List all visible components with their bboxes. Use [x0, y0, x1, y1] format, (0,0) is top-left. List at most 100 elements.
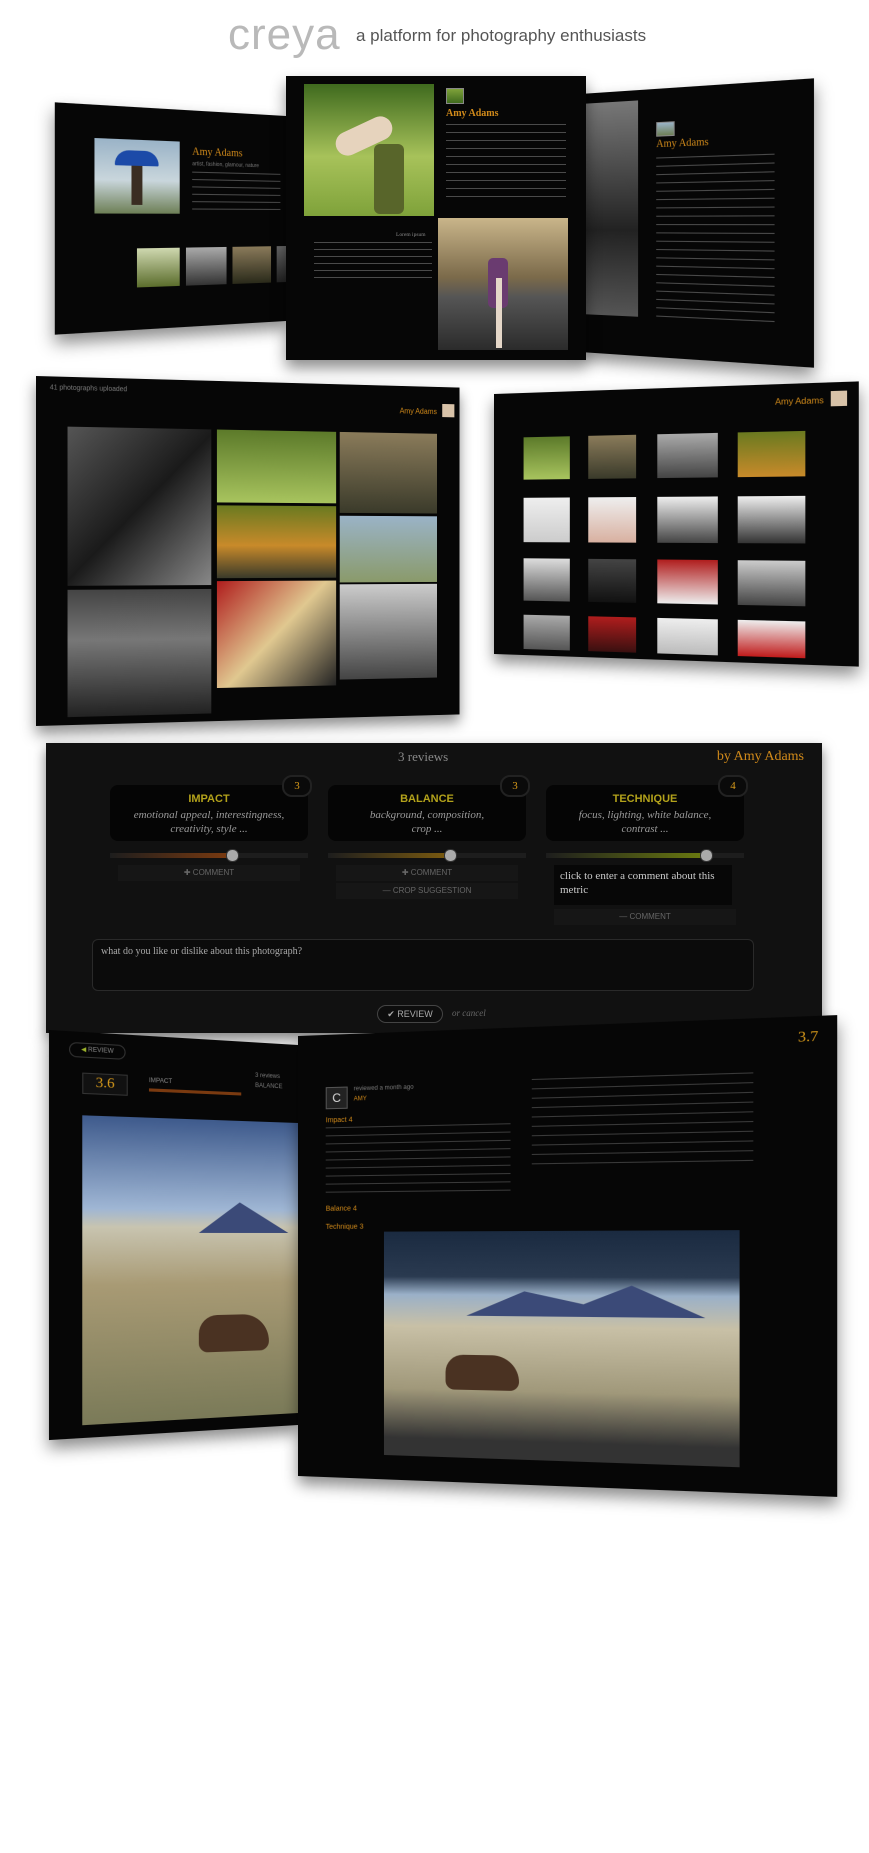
gallery-thumb[interactable] — [523, 614, 570, 651]
gallery-thumb[interactable] — [737, 619, 806, 659]
metric-title: IMPACT — [188, 793, 230, 805]
photo-view-panel-right: 3.7 C reviewed a month ago AMY Impact 4 … — [298, 1015, 838, 1497]
gallery-photo[interactable] — [339, 431, 438, 514]
comment-prompt: click to enter a comment about this metr… — [560, 870, 715, 896]
metric-desc: background, composition, — [369, 809, 485, 821]
gallery-photo[interactable] — [67, 426, 212, 586]
slider-knob[interactable] — [226, 849, 239, 862]
cancel-link[interactable]: or cancel — [452, 1008, 486, 1018]
review-text — [531, 1072, 754, 1173]
thumbnail[interactable] — [276, 245, 287, 283]
gallery-photo[interactable] — [216, 429, 337, 504]
featured-photo-2[interactable] — [438, 218, 568, 350]
metric-desc: emotional appeal, interestingness, — [133, 809, 285, 821]
gallery-photo[interactable] — [216, 505, 337, 579]
review-button-label: REVIEW — [397, 1009, 433, 1019]
thumbnail[interactable] — [136, 247, 180, 288]
gallery-thumb[interactable] — [588, 434, 637, 479]
comment-button[interactable]: ✚ COMMENT — [336, 865, 518, 881]
dash-icon: — — [382, 886, 393, 895]
profile-bio — [656, 153, 775, 330]
gallery-thumb[interactable] — [657, 496, 718, 544]
featured-photo[interactable] — [304, 84, 434, 216]
profile-subtitle: artist, fashion, glamour, nature — [192, 161, 259, 170]
average-score: 3.6 — [82, 1072, 128, 1096]
main-photo[interactable] — [82, 1115, 299, 1426]
comment-button[interactable]: ✚ COMMENT — [118, 865, 300, 881]
comment-button[interactable]: — COMMENT — [554, 909, 736, 925]
review-placeholder: what do you like or dislike about this p… — [101, 946, 303, 957]
gallery-thumb[interactable] — [737, 560, 806, 607]
gallery-thumb[interactable] — [588, 558, 637, 603]
metric-impact: IMPACT emotional appeal, interestingness… — [110, 775, 312, 841]
metric-desc: contrast ... — [621, 823, 669, 835]
profile-name: Amy Adams — [656, 136, 709, 151]
thumbnail[interactable] — [232, 246, 272, 284]
gallery-photo[interactable] — [339, 515, 438, 583]
cropped-photo[interactable] — [383, 1230, 740, 1468]
gallery-thumb[interactable] — [523, 436, 570, 480]
profile-panel-right: Amy Adams — [580, 78, 814, 368]
slider-knob[interactable] — [700, 849, 713, 862]
metric-balance: BALANCE background, composition, crop ..… — [328, 775, 530, 841]
crop-suggestion-button[interactable]: — CROP SUGGESTION — [336, 883, 518, 899]
metric-technique: TECHNIQUE focus, lighting, white balance… — [546, 775, 748, 841]
review-panel: 3 reviews by Amy Adams IMPACT emotional … — [46, 743, 822, 1033]
avatar — [446, 88, 464, 104]
profile-panel-left: Amy Adams artist, fashion, glamour, natu… — [54, 102, 287, 335]
gallery-thumb[interactable] — [737, 430, 806, 478]
balance-slider[interactable] — [328, 849, 526, 862]
metric-desc: crop ... — [411, 823, 443, 835]
gallery-thumb[interactable] — [523, 497, 570, 543]
back-button[interactable]: ◀ REVIEW — [69, 1041, 126, 1060]
gallery-thumb[interactable] — [657, 559, 718, 605]
photo-view-panel-left: ◀ REVIEW 3.6 IMPACT 3 reviews BALANCE — [48, 1029, 299, 1441]
profile-photo[interactable] — [94, 137, 180, 214]
profile-panel-center: Amy Adams Lorem ipsum — [286, 76, 586, 360]
owner-name[interactable]: Amy Adams — [775, 396, 824, 407]
slider-knob[interactable] — [444, 849, 457, 862]
profile-bio — [446, 124, 566, 204]
review-author[interactable]: AMY — [354, 1096, 367, 1102]
impact-slider[interactable] — [110, 849, 308, 862]
owner-name[interactable]: Amy Adams — [400, 407, 437, 416]
metric-desc: creativity, style ... — [170, 823, 248, 835]
impact-label: Impact 4 — [325, 1116, 353, 1125]
submit-review-button[interactable]: ✔ REVIEW — [377, 1005, 443, 1023]
gallery-thumb[interactable] — [737, 495, 806, 544]
technique-slider[interactable] — [546, 849, 744, 862]
metric-score: 4 — [718, 775, 748, 797]
gallery-thumb[interactable] — [657, 432, 718, 479]
photo-caption: Lorem ipsum — [396, 232, 426, 238]
profile-name: Amy Adams — [192, 146, 243, 160]
avatar — [442, 403, 455, 418]
brand-logo[interactable]: creya — [228, 10, 341, 60]
thumbnail[interactable] — [185, 246, 227, 286]
gallery-photo[interactable] — [339, 583, 438, 680]
metric-title: BALANCE — [400, 793, 454, 805]
metric-score: 3 — [500, 775, 530, 797]
review-text-field[interactable]: what do you like or dislike about this p… — [92, 939, 754, 991]
gallery-thumb[interactable] — [657, 617, 718, 656]
balance-label: Balance 4 — [325, 1205, 357, 1213]
review-text — [325, 1123, 511, 1198]
gallery-thumb[interactable] — [523, 558, 570, 602]
comment-label: COMMENT — [192, 868, 235, 877]
comment-label: COMMENT — [410, 868, 453, 877]
review-count: 3 reviews — [398, 749, 449, 764]
gallery-photo[interactable] — [216, 580, 337, 689]
metric-desc: focus, lighting, white balance, — [578, 809, 712, 821]
plus-icon: ✚ — [183, 868, 193, 877]
gallery-thumb[interactable] — [588, 616, 637, 653]
photo-score: 3.7 — [797, 1028, 819, 1046]
technique-label: Technique 3 — [325, 1223, 364, 1231]
technique-comment-field[interactable]: click to enter a comment about this metr… — [554, 865, 732, 905]
review-author[interactable]: by Amy Adams — [717, 749, 804, 765]
gallery-panel-right: Amy Adams — [494, 381, 859, 667]
photo-count: 41 photographs uploaded — [49, 384, 128, 394]
profile-name: Amy Adams — [446, 108, 499, 119]
profile-photo[interactable] — [580, 100, 639, 317]
metric-score: 3 — [282, 775, 312, 797]
gallery-thumb[interactable] — [588, 497, 637, 543]
gallery-photo[interactable] — [67, 588, 212, 718]
